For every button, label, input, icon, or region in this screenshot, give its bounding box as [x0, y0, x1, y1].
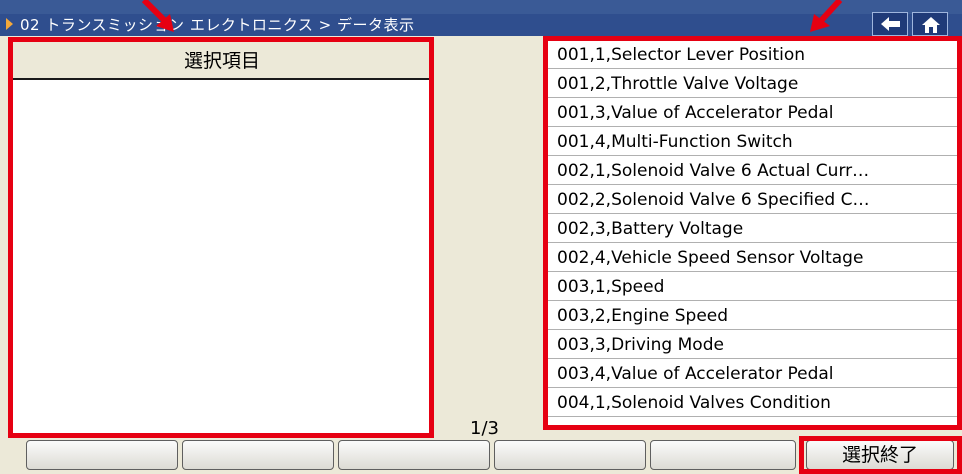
list-item[interactable]: 001,2,Throttle Valve Voltage: [547, 69, 962, 98]
selected-items-header: 選択項目: [12, 42, 432, 80]
home-icon: [922, 17, 940, 33]
list-item[interactable]: 002,4,Vehicle Speed Sensor Voltage: [547, 243, 962, 272]
finish-selection-button[interactable]: 選択終了: [806, 440, 954, 470]
data-item-list[interactable]: 001,1,Selector Lever Position 001,2,Thro…: [547, 38, 962, 430]
function-button-2[interactable]: [182, 440, 334, 470]
list-item[interactable]: 003,2,Engine Speed: [547, 301, 962, 330]
annotation-arrow-right: [810, 0, 843, 32]
list-item[interactable]: 003,1,Speed: [547, 272, 962, 301]
function-button-1[interactable]: [26, 440, 178, 470]
title-triangle-icon: [6, 18, 13, 30]
list-item[interactable]: 002,3,Battery Voltage: [547, 214, 962, 243]
breadcrumb-title: 02 トランスミッション エレクトロニクス > データ表示: [20, 16, 415, 34]
annotation-arrow-left: [141, 0, 174, 32]
list-item[interactable]: 003,3,Driving Mode: [547, 330, 962, 359]
back-button[interactable]: [872, 12, 908, 36]
list-item[interactable]: 004,1,Solenoid Valves Condition: [547, 388, 962, 417]
list-item[interactable]: 001,1,Selector Lever Position: [547, 40, 962, 69]
page-indicator: 1/3: [470, 418, 499, 439]
list-item[interactable]: 003,4,Value of Accelerator Pedal: [547, 359, 962, 388]
function-button-3[interactable]: [338, 440, 490, 470]
list-item[interactable]: 001,3,Value of Accelerator Pedal: [547, 98, 962, 127]
selected-items-panel[interactable]: 選択項目: [12, 42, 432, 434]
function-button-4[interactable]: [494, 440, 646, 470]
list-item[interactable]: 001,4,Multi-Function Switch: [547, 127, 962, 156]
home-button[interactable]: [912, 12, 948, 36]
arrow-left-icon: [881, 17, 900, 31]
list-item[interactable]: 002,1,Solenoid Valve 6 Actual Curr…: [547, 156, 962, 185]
list-item[interactable]: 002,2,Solenoid Valve 6 Specified C…: [547, 185, 962, 214]
function-button-5[interactable]: [650, 440, 796, 470]
